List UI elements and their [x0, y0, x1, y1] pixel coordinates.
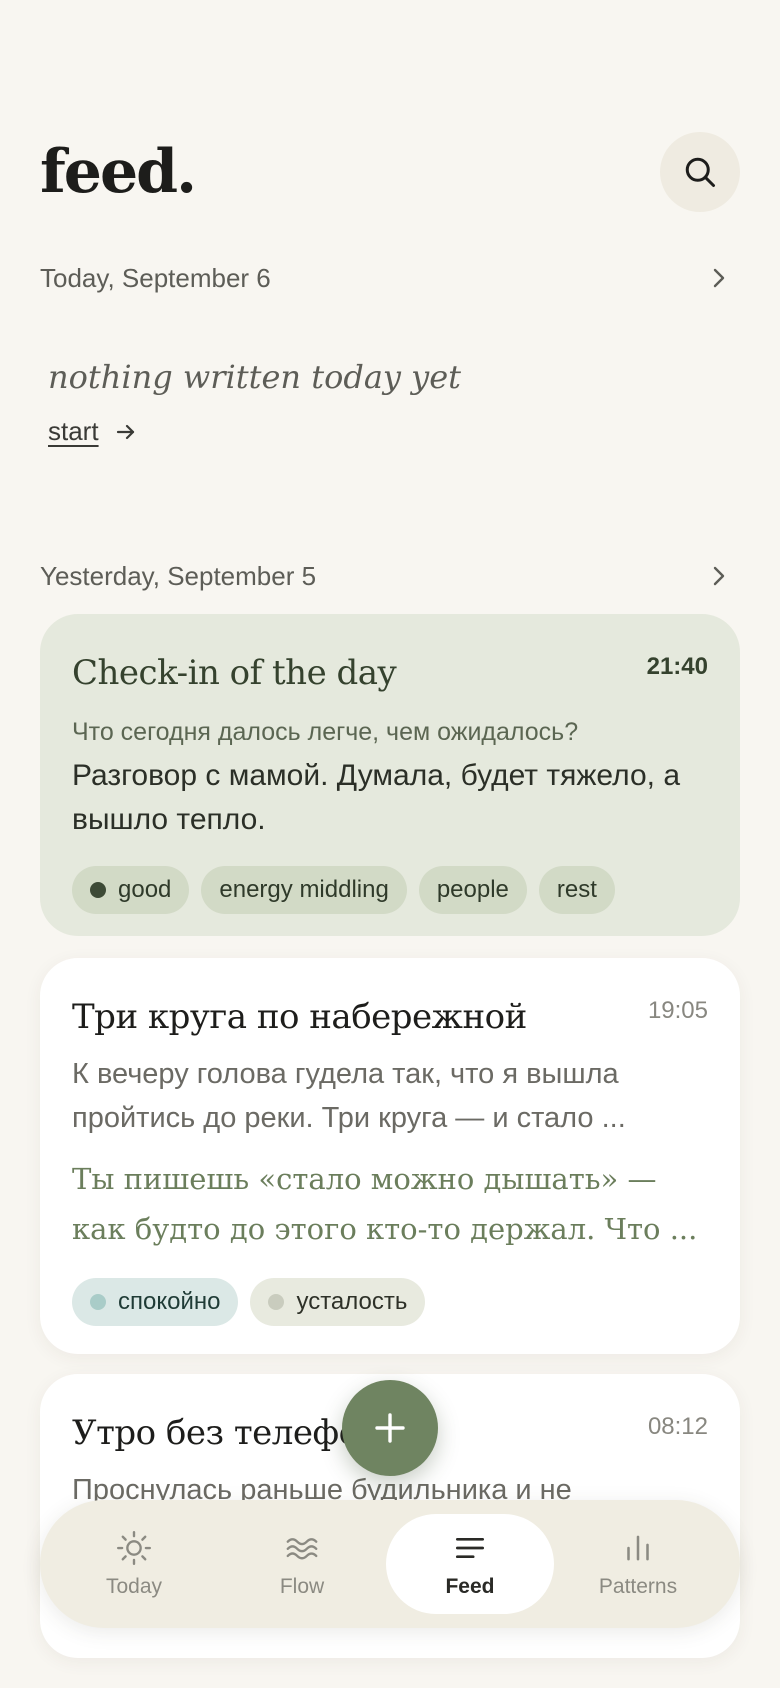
plus-icon: [375, 1413, 405, 1443]
checkin-card[interactable]: Check-in of the day 21:40 Что сегодня да…: [40, 614, 740, 936]
entry-reflection: Ты пишешь «стало можно дышать» — как буд…: [72, 1162, 698, 1246]
checkin-question: Что сегодня далось легче, чем ожидалось?: [72, 718, 579, 746]
mood-dot-icon: [90, 882, 106, 898]
entry-title: Три круга по набережной: [72, 997, 527, 1037]
tag-label: rest: [556, 876, 597, 903]
entry-time: 19:05: [647, 997, 708, 1024]
tag-label: energy middling: [219, 876, 389, 903]
list-icon: [455, 1537, 485, 1559]
arrow-right-icon: [116, 424, 134, 439]
chevron-right-icon: [708, 565, 730, 587]
tag-label: усталость: [296, 1288, 408, 1315]
page-title: feed.: [40, 137, 197, 207]
tag[interactable]: rest: [538, 866, 615, 914]
search-icon: [685, 157, 715, 187]
tag-list: спокойно усталость: [72, 1278, 708, 1326]
tag[interactable]: energy middling: [201, 866, 407, 914]
search-button[interactable]: [660, 132, 740, 212]
yesterday-header[interactable]: Yesterday, September 5: [40, 556, 730, 596]
tab-label: Flow: [279, 1575, 325, 1598]
sun-icon: [116, 1530, 152, 1566]
start-label: start: [48, 416, 99, 446]
bar-chart-icon: [627, 1535, 649, 1561]
today-header[interactable]: Today, September 6: [40, 258, 730, 298]
tag[interactable]: people: [418, 866, 527, 914]
tab-label: Patterns: [598, 1575, 678, 1598]
add-entry-button[interactable]: [342, 1380, 438, 1476]
feed-screen: feed. Today, September 6 nothing written…: [0, 0, 780, 1688]
tag-list: good energy middling people rest: [72, 866, 708, 914]
entry-title: Check-in of the day: [72, 653, 397, 693]
entry-card[interactable]: Три круга по набережной 19:05 К вечеру г…: [40, 958, 740, 1354]
checkin-answer: Разговор с мамой. Думала, будет тяжело, …: [72, 759, 680, 836]
yesterday-date-label: Yesterday, September 5: [40, 560, 317, 591]
tab-label: Feed: [445, 1575, 495, 1598]
today-date-label: Today, September 6: [40, 262, 271, 293]
tab-patterns[interactable]: Patterns: [554, 1514, 722, 1614]
start-link[interactable]: start: [48, 416, 137, 447]
emotion-dot-icon: [268, 1294, 285, 1310]
tab-bar: Today Flow Feed Patterns: [40, 1500, 740, 1628]
empty-today-text: nothing written today yet: [48, 358, 462, 396]
tab-label: Today: [105, 1575, 163, 1598]
tag-label: people: [436, 876, 509, 903]
emotion-tag[interactable]: усталость: [250, 1278, 426, 1326]
chevron-right-icon: [708, 267, 730, 289]
emotion-dot-icon: [90, 1294, 106, 1310]
tag-label: good: [118, 876, 172, 903]
mood-tag[interactable]: good: [72, 866, 190, 914]
entry-preview: К вечеру голова гудела так, что я вышла …: [72, 1058, 626, 1134]
tab-flow[interactable]: Flow: [218, 1514, 386, 1614]
tab-feed[interactable]: Feed: [386, 1514, 554, 1614]
tab-today[interactable]: Today: [50, 1514, 218, 1614]
tag-label: спокойно: [118, 1288, 221, 1315]
entry-time: 21:40: [646, 653, 708, 680]
entry-time: 08:12: [647, 1413, 708, 1440]
waves-icon: [286, 1538, 318, 1560]
emotion-tag[interactable]: спокойно: [72, 1278, 239, 1326]
